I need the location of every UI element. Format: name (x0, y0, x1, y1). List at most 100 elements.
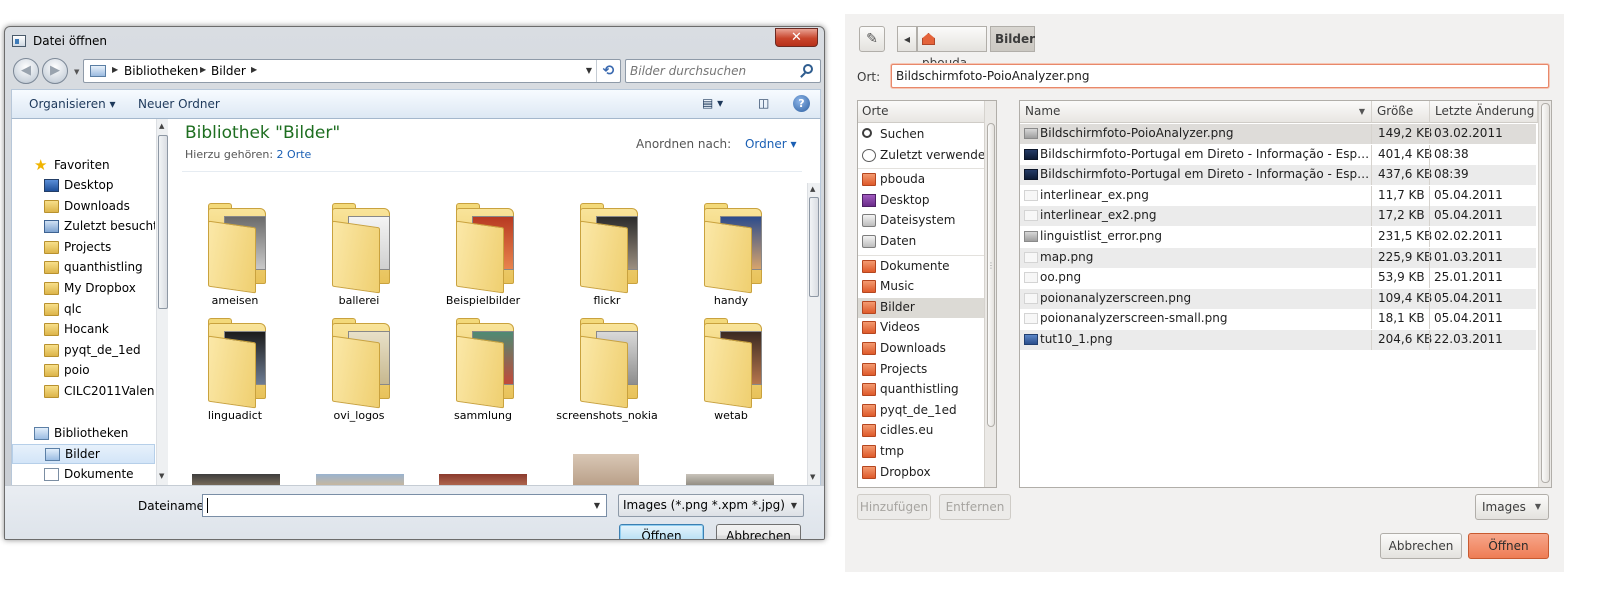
place-item-dokumente[interactable]: Dokumente (858, 257, 984, 277)
place-item-dateisystem[interactable]: Dateisystem (858, 211, 984, 231)
image-thumbnail[interactable] (573, 454, 639, 485)
place-item-desktop[interactable]: Desktop (858, 191, 984, 211)
scrollbar-thumb[interactable] (158, 135, 168, 309)
search-box[interactable] (625, 59, 821, 83)
back-button[interactable]: ◀ (13, 58, 39, 84)
sidebar-item-desktop[interactable]: Desktop (12, 176, 155, 196)
search-icon[interactable] (803, 64, 813, 74)
locations-link[interactable]: 2 Orte (277, 148, 312, 161)
file-row[interactable]: poionanalyzerscreen.png 109,4 KB 05.04.201… (1020, 288, 1536, 309)
places-scrollbar[interactable]: ⋮ (984, 101, 996, 487)
folder-item[interactable]: Beispielbilder (428, 202, 538, 314)
cancel-button[interactable]: Abbrechen (716, 524, 801, 539)
new-folder-button[interactable]: Neuer Ordner (138, 97, 220, 111)
file-row[interactable]: map.png 225,9 KB 01.03.2011 (1020, 247, 1536, 268)
folder-item[interactable]: linguadict (180, 317, 290, 429)
address-bar[interactable]: ▶ Bibliotheken ▶ Bilder ▶ ▼ ⟲ (83, 59, 621, 83)
content-scrollbar[interactable]: ▲ ▼ (807, 183, 820, 485)
history-dropdown-icon[interactable]: ▼ (74, 68, 79, 76)
address-dropdown-icon[interactable]: ▼ (586, 66, 592, 75)
path-button-bilder[interactable]: Bilder (990, 26, 1035, 52)
file-filter-select[interactable]: Images ▼ (1475, 494, 1549, 520)
column-header-modified[interactable]: Letzte Änderung (1430, 101, 1538, 123)
remove-bookmark-button[interactable]: Entfernen (939, 494, 1011, 520)
file-row[interactable]: Bildschirmfoto-PoioAnalyzer.png 149,2 KB 0… (1020, 124, 1536, 144)
open-button[interactable]: Öffnen (619, 524, 704, 539)
place-item-projects[interactable]: Projects (858, 360, 984, 380)
image-thumbnail[interactable] (686, 474, 774, 485)
folder-item[interactable]: screenshots_nokia (552, 317, 662, 429)
place-item-videos[interactable]: Videos (858, 318, 984, 338)
image-thumbnail[interactable] (192, 474, 280, 485)
place-item-suchen[interactable]: Suchen (858, 125, 984, 145)
breadcrumb-arrow-icon[interactable]: ▶ (251, 65, 257, 74)
scroll-down-icon[interactable]: ▼ (159, 472, 164, 480)
place-item-daten[interactable]: Daten (858, 232, 984, 252)
location-entry[interactable] (891, 64, 1549, 88)
scrollbar-thumb[interactable] (987, 123, 995, 427)
preview-pane-icon[interactable]: ◫ (758, 96, 769, 110)
file-row[interactable]: tut10_1.png 204,6 KB 22.03.2011 (1020, 330, 1536, 350)
scrollbar-thumb[interactable] (809, 197, 819, 297)
folder-item[interactable]: flickr (552, 202, 662, 314)
sidebar-item-projects[interactable]: Projects (12, 238, 155, 258)
place-item-quanthistling[interactable]: quanthistling (858, 380, 984, 400)
scroll-down-icon[interactable]: ▼ (810, 473, 815, 481)
file-row[interactable]: poionanalyzerscreen-small.png 18,1 KB 05.0… (1020, 309, 1536, 330)
sidebar-item-cilc2011valencia[interactable]: CILC2011Valencia (12, 382, 155, 402)
filename-combobox[interactable]: ▼ (202, 494, 607, 517)
sidebar-item-downloads[interactable]: Downloads (12, 197, 155, 217)
scroll-up-icon[interactable]: ▲ (810, 185, 815, 193)
breadcrumb-bibliotheken[interactable]: Bibliotheken (124, 64, 198, 78)
sidebar-scrollbar[interactable]: ▲ ▼ (156, 119, 168, 485)
arrange-dropdown[interactable]: Ordner ▾ (745, 137, 797, 151)
chevron-down-icon[interactable]: ▼ (594, 501, 600, 510)
sidebar-item-zuletzt-besucht[interactable]: Zuletzt besucht (12, 217, 155, 237)
organize-button[interactable]: Organisieren ▾ (29, 97, 116, 111)
place-item-downloads[interactable]: Downloads (858, 339, 984, 359)
folder-item[interactable]: ovi_logos (304, 317, 414, 429)
add-bookmark-button[interactable]: Hinzufügen (857, 494, 931, 520)
close-button[interactable]: ✕ (775, 28, 818, 47)
breadcrumb-bilder[interactable]: Bilder (211, 64, 246, 78)
file-row[interactable]: linguistlist_error.png 231,5 KB 02.02.2011 (1020, 227, 1536, 247)
sidebar-item-poio[interactable]: poio (12, 361, 155, 381)
location-field[interactable] (896, 68, 1536, 84)
folder-item[interactable]: ameisen (180, 202, 290, 314)
sidebar-item-qlc[interactable]: qlc (12, 300, 155, 320)
file-row[interactable]: oo.png 53,9 KB 25.01.2011 (1020, 268, 1536, 289)
file-row[interactable]: interlinear_ex.png 11,7 KB 05.04.2011 (1020, 185, 1536, 206)
sidebar-item-pyqt-de-1ed[interactable]: pyqt_de_1ed (12, 341, 155, 361)
scrollbar-thumb[interactable] (1541, 103, 1550, 483)
place-item-zuletzt-verwendet[interactable]: Zuletzt verwendet (858, 146, 990, 166)
chevron-down-icon[interactable]: ▼ (791, 501, 797, 510)
breadcrumb-arrow-icon[interactable]: ▶ (112, 65, 118, 74)
column-header-name[interactable]: Name ▼ (1020, 101, 1372, 123)
path-left-arrow-icon[interactable]: ◂ (897, 26, 917, 52)
place-item-dropbox[interactable]: Dropbox (858, 463, 984, 483)
forward-button[interactable]: ▶ (42, 58, 68, 84)
place-item-music[interactable]: Music (858, 277, 984, 297)
sidebar-favorites-header[interactable]: ★ Favoriten (12, 156, 155, 176)
refresh-icon[interactable]: ⟲ (596, 60, 620, 82)
sidebar-item-quanthistling[interactable]: quanthistling (12, 258, 155, 278)
place-item-pyqt-de-1ed[interactable]: pyqt_de_1ed (858, 401, 984, 421)
image-thumbnail[interactable] (316, 474, 404, 485)
sidebar-item-hocank[interactable]: Hocank (12, 320, 155, 340)
folder-item[interactable]: wetab (676, 317, 786, 429)
place-item-pbouda[interactable]: pbouda (858, 170, 984, 190)
file-row[interactable]: Bildschirmfoto-Portugal em Direto - Info… (1020, 165, 1536, 186)
column-header-size[interactable]: Größe (1372, 101, 1430, 123)
file-row[interactable]: Bildschirmfoto-Portugal em Direto - Info… (1020, 144, 1536, 165)
path-button-pbouda[interactable]: pbouda (917, 26, 987, 70)
folder-item[interactable]: ballerei (304, 202, 414, 314)
file-row[interactable]: interlinear_ex2.png 17,2 KB 05.04.2011 (1020, 206, 1536, 227)
sidebar-item-my-dropbox[interactable]: My Dropbox (12, 279, 155, 299)
edit-location-icon[interactable]: ✎ (859, 26, 885, 52)
folder-item[interactable]: handy (676, 202, 786, 314)
sidebar-libraries-header[interactable]: Bibliotheken (12, 424, 155, 444)
sidebar-item-bilder[interactable]: Bilder (12, 444, 155, 464)
place-item-tmp[interactable]: tmp (858, 442, 984, 462)
file-list-scrollbar[interactable] (1538, 101, 1551, 487)
breadcrumb-arrow-icon[interactable]: ▶ (200, 65, 206, 74)
